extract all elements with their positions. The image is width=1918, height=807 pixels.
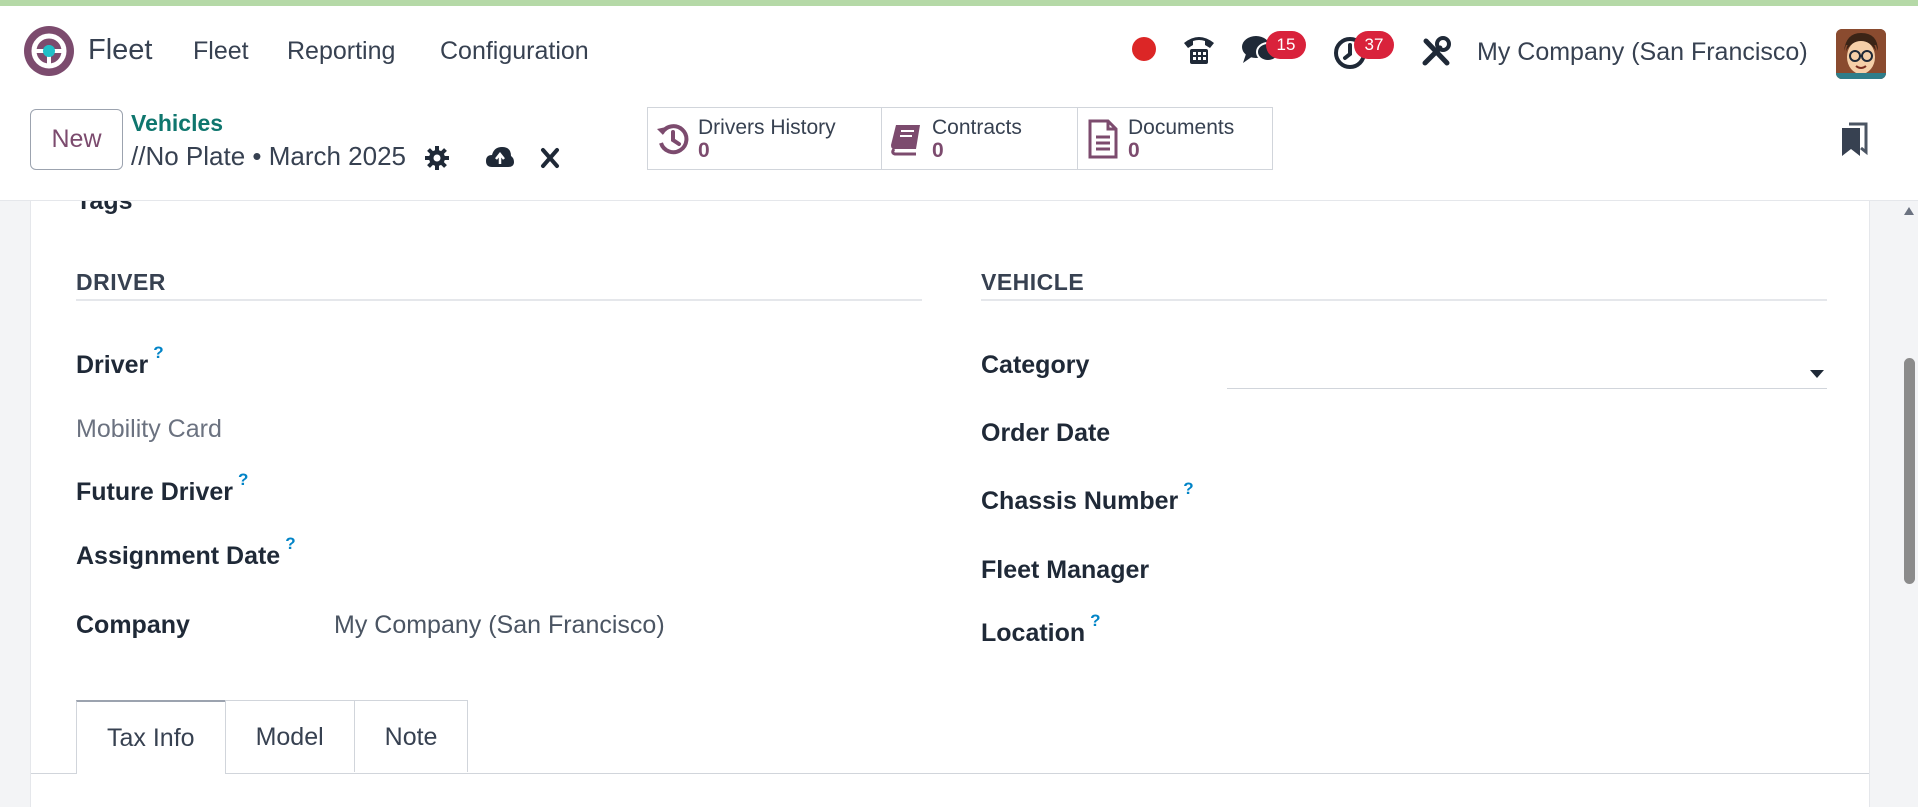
category-select[interactable] — [1227, 353, 1827, 389]
user-avatar[interactable] — [1836, 29, 1886, 79]
fleet-manager-label: Fleet Manager — [981, 556, 1150, 584]
order-date-label: Order Date — [981, 419, 1111, 447]
company-label: Company — [76, 611, 190, 639]
phone-icon[interactable] — [1181, 32, 1217, 71]
document-icon — [1078, 119, 1128, 159]
location-label: Location? — [981, 611, 1101, 647]
contracts-count: 0 — [932, 138, 944, 162]
chassis-number-help-icon[interactable]: ? — [1183, 479, 1193, 498]
breadcrumb-current-record: //No Plate • March 2025 — [131, 141, 407, 171]
driver-help-icon[interactable]: ? — [153, 343, 163, 362]
bookmark-icon[interactable] — [1840, 122, 1868, 163]
driver-section-divider — [76, 299, 922, 301]
tab-note[interactable]: Note — [353, 700, 469, 772]
save-cloud-icon[interactable] — [485, 145, 515, 176]
discard-close-icon[interactable] — [540, 147, 560, 174]
vehicle-section-divider — [981, 299, 1827, 301]
drivers-history-label: Drivers History — [698, 115, 836, 139]
documents-label: Documents — [1128, 115, 1235, 139]
menu-fleet[interactable]: Fleet — [193, 37, 249, 66]
assignment-date-label: Assignment Date? — [76, 534, 296, 570]
driver-section-title: DRIVER — [76, 269, 166, 295]
form-sheet: Tags DRIVER Driver? Mobility Card Future… — [30, 201, 1870, 807]
fleet-app-icon[interactable] — [24, 26, 74, 76]
settings-tools-icon[interactable] — [1420, 36, 1452, 73]
vehicle-section-title: VEHICLE — [981, 269, 1085, 295]
driver-label: Driver? — [76, 343, 164, 379]
mobility-card-label: Mobility Card — [76, 415, 222, 443]
gear-icon[interactable] — [424, 145, 450, 176]
drivers-history-smart-button[interactable]: Drivers History 0 — [647, 107, 882, 170]
tags-label: Tags — [76, 201, 133, 215]
documents-smart-button[interactable]: Documents 0 — [1077, 107, 1273, 170]
tab-tax-info[interactable]: Tax Info — [76, 700, 226, 774]
scroll-up-arrow-icon[interactable] — [1904, 207, 1914, 215]
future-driver-label: Future Driver? — [76, 470, 249, 506]
control-panel: New Vehicles //No Plate • March 2025 Dri… — [0, 94, 1918, 201]
menu-reporting[interactable]: Reporting — [287, 37, 395, 66]
app-name[interactable]: Fleet — [88, 34, 152, 67]
recording-dot-icon[interactable] — [1132, 37, 1156, 61]
future-driver-help-icon[interactable]: ? — [238, 470, 248, 489]
assignment-date-help-icon[interactable]: ? — [285, 534, 295, 553]
contracts-smart-button[interactable]: Contracts 0 — [881, 107, 1078, 170]
menu-configuration[interactable]: Configuration — [440, 37, 589, 66]
documents-count: 0 — [1128, 138, 1140, 162]
book-icon — [882, 121, 932, 157]
scrollbar-thumb[interactable] — [1904, 358, 1915, 584]
activities-badge: 37 — [1354, 31, 1394, 59]
contracts-label: Contracts — [932, 115, 1022, 139]
company-switcher[interactable]: My Company (San Francisco) — [1477, 38, 1808, 67]
breadcrumb-vehicles[interactable]: Vehicles — [131, 110, 223, 137]
drivers-history-count: 0 — [698, 138, 710, 162]
tab-model[interactable]: Model — [224, 700, 355, 772]
top-navbar: Fleet Fleet Reporting Configuration 15 3… — [0, 6, 1918, 94]
history-icon — [648, 121, 698, 157]
messages-badge: 15 — [1266, 31, 1306, 59]
notebook-tabs: Tax Info Model Note — [76, 700, 469, 774]
new-button[interactable]: New — [30, 109, 123, 170]
category-label: Category — [981, 351, 1090, 379]
location-help-icon[interactable]: ? — [1090, 611, 1100, 630]
company-field-value[interactable]: My Company (San Francisco) — [334, 611, 665, 640]
chassis-number-label: Chassis Number? — [981, 479, 1194, 515]
chevron-down-icon — [1809, 366, 1825, 384]
